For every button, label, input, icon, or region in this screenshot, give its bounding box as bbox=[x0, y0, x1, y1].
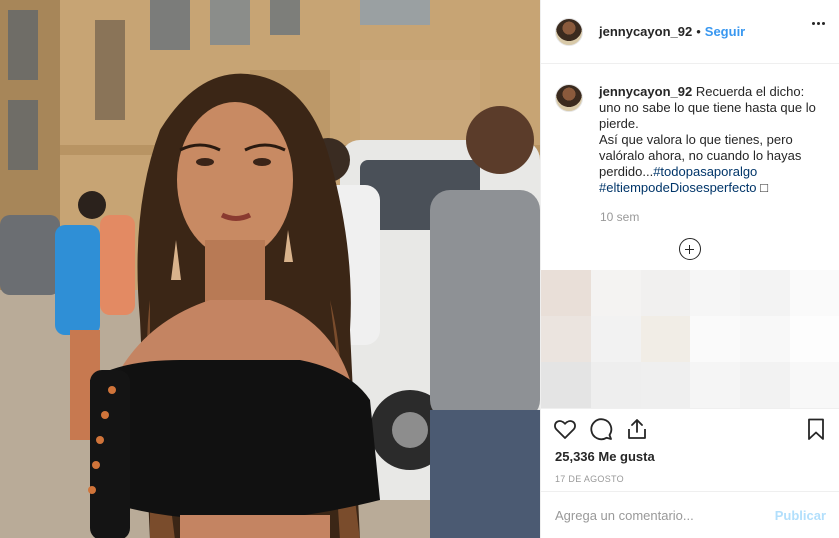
post-header: jennycayon_92 • Seguir bbox=[541, 0, 839, 64]
separator-dot: • bbox=[696, 24, 701, 39]
heart-icon[interactable] bbox=[553, 417, 577, 441]
post-actions: 25,336 Me gusta 17 DE AGOSTO Publicar bbox=[541, 408, 839, 538]
subject-black-top bbox=[90, 360, 380, 520]
comment-input[interactable] bbox=[555, 508, 775, 523]
person-blue-shirt bbox=[55, 225, 100, 335]
follow-button[interactable]: Seguir bbox=[705, 24, 745, 39]
caption-avatar[interactable] bbox=[555, 84, 583, 112]
share-icon[interactable] bbox=[625, 417, 649, 441]
action-icons-row bbox=[541, 409, 839, 449]
post-sidebar: jennycayon_92 • Seguir jennycayon_92 Rec… bbox=[540, 0, 839, 538]
hashtag-link[interactable]: #eltiempodeDiosesperfecto bbox=[599, 180, 757, 195]
post-photo[interactable] bbox=[0, 0, 540, 538]
comment-icon[interactable] bbox=[589, 417, 613, 441]
comments-area: jennycayon_92 Recuerda el dicho: uno no … bbox=[541, 64, 839, 274]
hashtag-link[interactable]: #todopasaporalgo bbox=[653, 164, 757, 179]
post-date[interactable]: 17 DE AGOSTO bbox=[541, 474, 839, 484]
caption-text: jennycayon_92 Recuerda el dicho: uno no … bbox=[599, 84, 819, 196]
load-more-comments-icon[interactable] bbox=[679, 238, 701, 260]
caption-time: 10 sem bbox=[600, 210, 640, 224]
subject-face bbox=[177, 102, 293, 258]
add-comment-bar: Publicar bbox=[541, 491, 839, 538]
caption-row: jennycayon_92 Recuerda el dicho: uno no … bbox=[555, 84, 825, 196]
likes-count[interactable]: 25,336 Me gusta bbox=[541, 449, 839, 464]
more-options-icon[interactable] bbox=[812, 22, 825, 25]
photo-illustration bbox=[0, 0, 540, 538]
avatar[interactable] bbox=[555, 17, 583, 46]
blurred-comments-placeholder bbox=[541, 270, 839, 408]
person-grey-shirt bbox=[430, 190, 540, 420]
bookmark-icon[interactable] bbox=[804, 417, 828, 441]
emoji-glyph: □ bbox=[760, 180, 769, 195]
caption-username[interactable]: jennycayon_92 bbox=[599, 84, 692, 99]
publish-button[interactable]: Publicar bbox=[775, 508, 826, 523]
header-username[interactable]: jennycayon_92 bbox=[599, 24, 692, 39]
